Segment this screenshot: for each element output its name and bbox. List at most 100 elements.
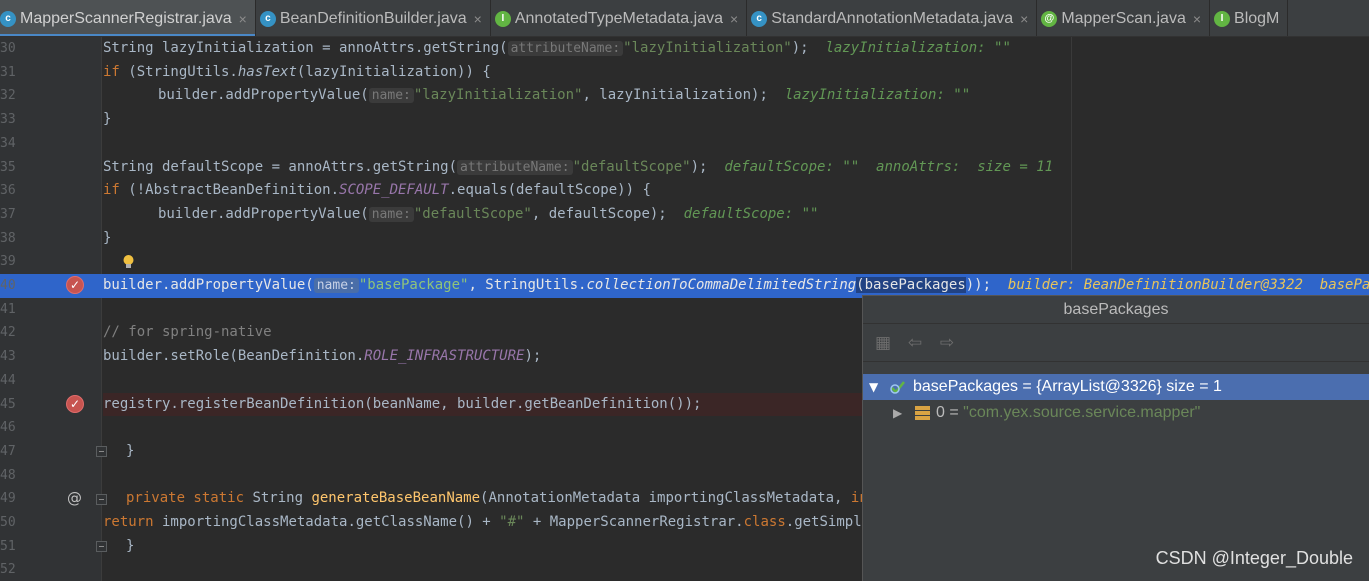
line-number: 32 (0, 88, 16, 104)
param-hint: name: (368, 88, 414, 104)
param-hint: name: (368, 206, 414, 222)
interface-icon: I (494, 10, 511, 27)
tab-mapper-scan[interactable]: @ MapperScan.java × (1037, 0, 1211, 36)
tab-standard-annotation-metadata[interactable]: c StandardAnnotationMetadata.java × (747, 0, 1038, 36)
editor-tab-bar: c MapperScannerRegistrar.java × c BeanDe… (0, 0, 1369, 37)
tab-label: BeanDefinitionBuilder.java (279, 9, 467, 27)
code-line[interactable]: 31 if (StringUtils.hasText(lazyInitializ… (0, 61, 1369, 85)
tab-label: StandardAnnotationMetadata.java (771, 9, 1014, 27)
close-icon[interactable]: × (1193, 11, 1201, 27)
code-text[interactable]: builder.addPropertyValue(name: "lazyIniti… (158, 84, 1369, 108)
line-number: 52 (0, 562, 16, 578)
code-line[interactable]: 36 if (!AbstractBeanDefinition.SCOPE_DEF… (0, 179, 1369, 203)
popup-toolbar: ▦ ⇦ ⇨ (863, 324, 1369, 362)
line-number: 34 (0, 135, 16, 151)
line-number: 46 (0, 420, 16, 436)
tab-label: MapperScannerRegistrar.java (20, 9, 232, 27)
tab-annotated-type-metadata[interactable]: I AnnotatedTypeMetadata.java × (491, 0, 748, 36)
line-number: 51 (0, 538, 16, 554)
code-text[interactable]: builder.addPropertyValue(name: "defaultSc… (158, 203, 1369, 227)
class-icon: c (751, 10, 768, 27)
line-number: 33 (0, 112, 16, 128)
line-number: 40 (0, 278, 16, 293)
tab-label: BlogM (1234, 9, 1280, 27)
code-text[interactable]: if (!AbstractBeanDefinition.SCOPE_DEFAUL… (103, 179, 1369, 203)
collapse-arrow-icon[interactable]: ▼ (869, 374, 878, 400)
param-hint: attributeName: (507, 41, 624, 56)
line-number: 43 (0, 349, 16, 365)
selected-expression[interactable]: (basePackages (856, 277, 966, 293)
code-line[interactable]: 39 (0, 250, 1369, 274)
fold-icon[interactable] (96, 494, 107, 505)
inline-debug-value: builder: BeanDefinitionBuilder@3322 base… (1007, 277, 1369, 293)
line-number: 35 (0, 159, 16, 175)
line-number: 30 (0, 41, 16, 56)
variable-entry: 0 = "com.yex.source.service.mapper" (936, 404, 1201, 421)
override-icon[interactable]: @ (67, 489, 82, 507)
code-line[interactable]: 38 } (0, 227, 1369, 251)
code-text[interactable]: String defaultScope = annoAttrs.getStrin… (103, 156, 1369, 180)
code-text[interactable]: if (StringUtils.hasText(lazyInitializati… (103, 61, 1369, 85)
breakpoint-icon[interactable]: ✓ (66, 276, 84, 294)
watch-variable-icon (890, 381, 905, 394)
line-number: 37 (0, 206, 16, 222)
inline-debug-value: lazyInitialization: "" (825, 40, 1011, 56)
code-line[interactable]: 33 } (0, 108, 1369, 132)
class-icon: c (0, 10, 16, 27)
tab-blog-mapper[interactable]: I BlogM (1210, 0, 1289, 36)
watermark: CSDN @Integer_Double (1155, 548, 1353, 568)
line-number: 47 (0, 443, 16, 459)
inline-debug-value: defaultScope: "" annoAttrs: size = 11 (724, 158, 1054, 175)
close-icon[interactable]: × (730, 11, 738, 27)
forward-icon[interactable]: ⇨ (937, 333, 957, 353)
inline-debug-value: defaultScope: "" (683, 205, 819, 222)
line-number: 48 (0, 467, 16, 483)
code-text[interactable]: String lazyInitialization = annoAttrs.ge… (103, 37, 1369, 61)
annotation-icon: @ (1041, 10, 1058, 27)
line-number: 49 (0, 491, 16, 507)
interface-icon: I (1214, 10, 1231, 27)
class-icon: c (259, 10, 276, 27)
line-number: 38 (0, 230, 16, 246)
code-text[interactable]: return importingClassMetadata.getClassNa… (103, 511, 863, 535)
line-number: 42 (0, 325, 16, 341)
tab-label: AnnotatedTypeMetadata.java (514, 9, 723, 27)
code-text[interactable]: } (103, 108, 1369, 132)
param-hint: name: (313, 278, 359, 293)
code-line[interactable]: 35 String defaultScope = annoAttrs.getSt… (0, 156, 1369, 180)
line-number: 39 (0, 254, 16, 270)
fold-icon[interactable] (96, 541, 107, 552)
code-line[interactable]: 34 (0, 132, 1369, 156)
popup-title: basePackages (863, 296, 1369, 324)
inline-debug-value: lazyInitialization: "" (784, 87, 971, 104)
close-icon[interactable]: × (1020, 11, 1028, 27)
code-text[interactable]: } (103, 227, 1369, 251)
tab-bean-definition-builder[interactable]: c BeanDefinitionBuilder.java × (256, 0, 491, 36)
code-line[interactable]: 37 builder.addPropertyValue(name: "defaul… (0, 203, 1369, 227)
code-line[interactable]: 30 String lazyInitialization = annoAttrs… (0, 37, 1369, 61)
code-text[interactable]: registry.registerBeanDefinition(beanName… (103, 392, 863, 417)
tree-row[interactable]: ▶ 0 = "com.yex.source.service.mapper" (863, 400, 1369, 426)
lightbulb-icon[interactable] (122, 254, 135, 270)
tab-label: MapperScan.java (1061, 9, 1186, 27)
line-number: 41 (0, 301, 16, 317)
close-icon[interactable]: × (239, 11, 247, 27)
variable-inspector-popup[interactable]: basePackages ▦ ⇦ ⇨ ▼ basePackages = {Arr… (862, 295, 1369, 581)
tree-view-icon[interactable]: ▦ (873, 333, 893, 353)
code-line[interactable]: 32 builder.addPropertyValue(name: "lazyIn… (0, 84, 1369, 108)
tree-row[interactable]: ▼ basePackages = {ArrayList@3326} size =… (863, 374, 1369, 400)
line-number: 44 (0, 372, 16, 388)
close-icon[interactable]: × (474, 11, 482, 27)
variable-entry: basePackages = {ArrayList@3326} size = 1 (913, 378, 1222, 395)
fold-icon[interactable] (96, 446, 107, 457)
param-hint: attributeName: (457, 159, 573, 175)
breakpoint-icon[interactable]: ✓ (66, 395, 84, 413)
tab-mapper-scanner-registrar[interactable]: c MapperScannerRegistrar.java × (0, 0, 256, 36)
line-number: 45 (0, 396, 16, 412)
back-icon[interactable]: ⇦ (905, 333, 925, 353)
expand-arrow-icon[interactable]: ▶ (893, 400, 902, 426)
code-text[interactable]: private static String generateBaseBeanNa… (126, 487, 863, 511)
line-number: 31 (0, 64, 16, 80)
line-number: 50 (0, 515, 16, 530)
line-number: 36 (0, 183, 16, 199)
